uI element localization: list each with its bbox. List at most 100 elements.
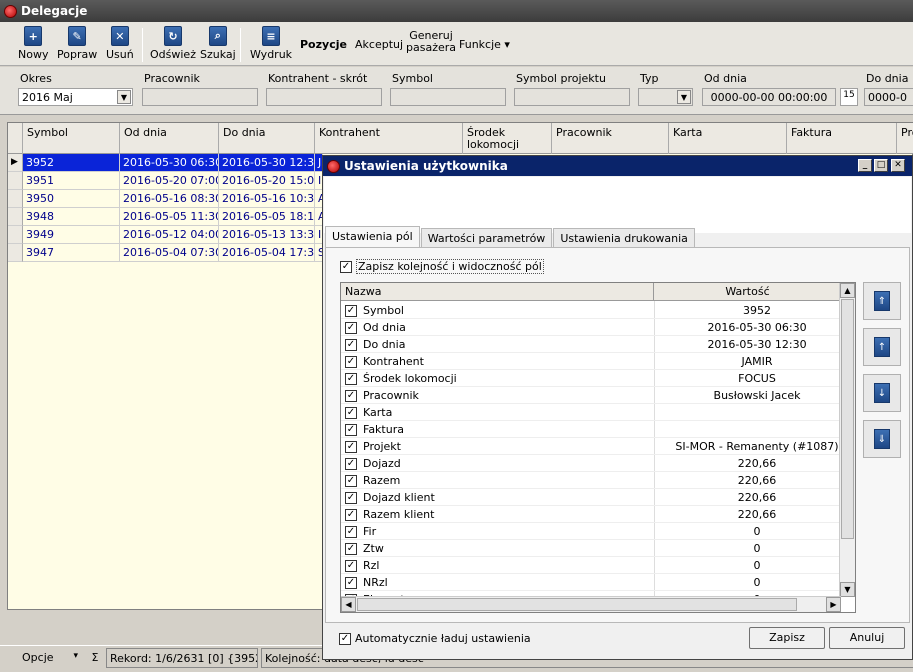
list-item[interactable]: ✓ Fir 0 [341, 523, 841, 540]
row-indicator [8, 244, 23, 262]
positions-button[interactable]: Pozycje [300, 38, 347, 51]
field-visible-checkbox[interactable]: ✓ [345, 474, 357, 487]
value-column-header[interactable]: Wartość [654, 283, 841, 301]
field-visible-checkbox[interactable]: ✓ [345, 440, 357, 453]
field-name: NRzl [363, 576, 388, 589]
save-order-checkbox[interactable]: ✓ Zapisz kolejność i widoczność pól [340, 259, 544, 274]
accept-button[interactable]: Akceptuj [355, 38, 403, 51]
refresh-button[interactable]: ↻ Odśwież [150, 26, 196, 64]
column-header[interactable]: Środek lokomocji [463, 123, 552, 154]
column-header[interactable]: Do dnia [219, 123, 315, 154]
field-visible-checkbox[interactable]: ✓ [345, 559, 357, 572]
contractor-label: Kontrahent - skrót [268, 72, 368, 85]
move-down-button[interactable]: ↓ [863, 374, 901, 412]
column-header[interactable]: Kontrahent [315, 123, 463, 154]
toolbar-separator [240, 28, 241, 62]
scroll-right-icon[interactable]: ▶ [826, 597, 841, 612]
scroll-down-icon[interactable]: ▼ [840, 582, 855, 597]
list-item[interactable]: ✓ Środek lokomocji FOCUS [341, 370, 841, 387]
list-item[interactable]: ✓ Rzl 0 [341, 557, 841, 574]
field-visible-checkbox[interactable]: ✓ [345, 457, 357, 470]
field-visible-checkbox[interactable]: ✓ [345, 525, 357, 538]
list-item[interactable]: ✓ NRzl 0 [341, 574, 841, 591]
edit-button[interactable]: ✎ Popraw [57, 26, 97, 64]
list-item[interactable]: ✓ Dojazd 220,66 [341, 455, 841, 472]
tab-print-settings[interactable]: Ustawienia drukowania [553, 228, 695, 248]
project-symbol-field[interactable] [514, 88, 630, 106]
field-visible-checkbox[interactable]: ✓ [345, 338, 357, 351]
horizontal-scrollbar[interactable]: ◀ ▶ [341, 596, 841, 612]
auto-load-checkbox[interactable]: ✓ Automatycznie ładuj ustawienia [339, 632, 531, 645]
tab-parameter-values[interactable]: Wartości parametrów [420, 228, 553, 248]
list-item[interactable]: ✓ Symbol 3952 [341, 302, 841, 319]
to-date-label: Do dnia [866, 72, 909, 85]
search-button[interactable]: ⌕ Szukaj [200, 26, 236, 64]
field-visible-checkbox[interactable]: ✓ [345, 542, 357, 555]
list-item[interactable]: ✓ Projekt SI-MOR - Remanenty (#1087) [341, 438, 841, 455]
generate-passenger-button[interactable]: Generuj pasażera [406, 30, 456, 54]
delete-button[interactable]: ✕ Usuń [106, 26, 134, 64]
tab-field-settings[interactable]: Ustawienia pól [325, 226, 420, 248]
cell-to: 2016-05-16 10:30 [219, 190, 315, 208]
column-header[interactable]: Pro [897, 123, 913, 154]
column-header[interactable]: Pracownik [552, 123, 669, 154]
list-item[interactable]: ✓ Do dnia 2016-05-30 12:30 [341, 336, 841, 353]
move-top-button[interactable]: ⇑ [863, 282, 901, 320]
type-select[interactable]: ▼ [638, 88, 693, 106]
name-column-header[interactable]: Nazwa [341, 283, 654, 301]
field-visible-checkbox[interactable]: ✓ [345, 321, 357, 334]
list-item[interactable]: ✓ Kontrahent JAMIR [341, 353, 841, 370]
period-value: 2016 Maj [22, 91, 73, 104]
field-visible-checkbox[interactable]: ✓ [345, 576, 357, 589]
scroll-up-icon[interactable]: ▲ [840, 283, 855, 298]
functions-menu[interactable]: Funkcje ▾ [459, 38, 510, 51]
list-item[interactable]: ✓ Razem 220,66 [341, 472, 841, 489]
h-scroll-thumb[interactable] [357, 598, 797, 611]
list-item[interactable]: ✓ Od dnia 2016-05-30 06:30 [341, 319, 841, 336]
fields-list[interactable]: Nazwa Wartość ✓ Symbol 3952 ✓ Od dnia 2016-05… [340, 282, 856, 613]
list-item[interactable]: ✓ Pracownik Busłowski Jacek [341, 387, 841, 404]
field-visible-checkbox[interactable]: ✓ [345, 355, 357, 368]
field-visible-checkbox[interactable]: ✓ [345, 304, 357, 317]
column-header[interactable]: Karta [669, 123, 787, 154]
list-item[interactable]: ✓ Dojazd klient 220,66 [341, 489, 841, 506]
column-header[interactable]: Od dnia [120, 123, 219, 154]
employee-field[interactable] [142, 88, 258, 106]
minimize-icon[interactable]: _ [858, 159, 872, 172]
symbol-field[interactable] [390, 88, 506, 106]
print-button[interactable]: ≡ Wydruk [250, 26, 292, 64]
calendar-icon[interactable]: 15 [840, 88, 858, 106]
to-date-field[interactable]: 0000-0 [864, 88, 913, 106]
column-header[interactable]: Faktura [787, 123, 897, 154]
list-item[interactable]: ✓ Faktura [341, 421, 841, 438]
options-menu[interactable]: Opcje ▾ [4, 648, 84, 668]
scroll-left-icon[interactable]: ◀ [341, 597, 356, 612]
field-name: Do dnia [363, 338, 406, 351]
cancel-button[interactable]: Anuluj [829, 627, 905, 649]
close-icon[interactable]: ✕ [891, 159, 905, 172]
column-header[interactable]: Symbol [23, 123, 120, 154]
list-item[interactable]: ✓ Karta [341, 404, 841, 421]
field-visible-checkbox[interactable]: ✓ [345, 423, 357, 436]
field-visible-checkbox[interactable]: ✓ [345, 508, 357, 521]
move-up-button[interactable]: ↑ [863, 328, 901, 366]
save-button[interactable]: Zapisz [749, 627, 825, 649]
list-item[interactable]: ✓ Ztw 0 [341, 540, 841, 557]
field-name-cell: ✓ Pracownik [345, 389, 419, 402]
from-date-field[interactable]: 0000-00-00 00:00:00 [702, 88, 836, 106]
sum-button[interactable]: Σ [86, 648, 104, 668]
field-visible-checkbox[interactable]: ✓ [345, 389, 357, 402]
field-visible-checkbox[interactable]: ✓ [345, 372, 357, 385]
scroll-thumb[interactable] [841, 299, 854, 539]
field-visible-checkbox[interactable]: ✓ [345, 491, 357, 504]
new-button[interactable]: + Nowy [18, 26, 48, 64]
contractor-field[interactable] [266, 88, 382, 106]
field-visible-checkbox[interactable]: ✓ [345, 406, 357, 419]
list-item[interactable]: ✓ Razem klient 220,66 [341, 506, 841, 523]
move-bottom-button[interactable]: ⇓ [863, 420, 901, 458]
record-info: Rekord: 1/6/2631 [0] {3952} [106, 648, 258, 668]
period-select[interactable]: 2016 Maj ▼ [18, 88, 133, 106]
field-name-cell: ✓ Karta [345, 406, 392, 419]
maximize-icon[interactable]: □ [874, 159, 888, 172]
vertical-scrollbar[interactable]: ▲ ▼ [839, 283, 855, 597]
